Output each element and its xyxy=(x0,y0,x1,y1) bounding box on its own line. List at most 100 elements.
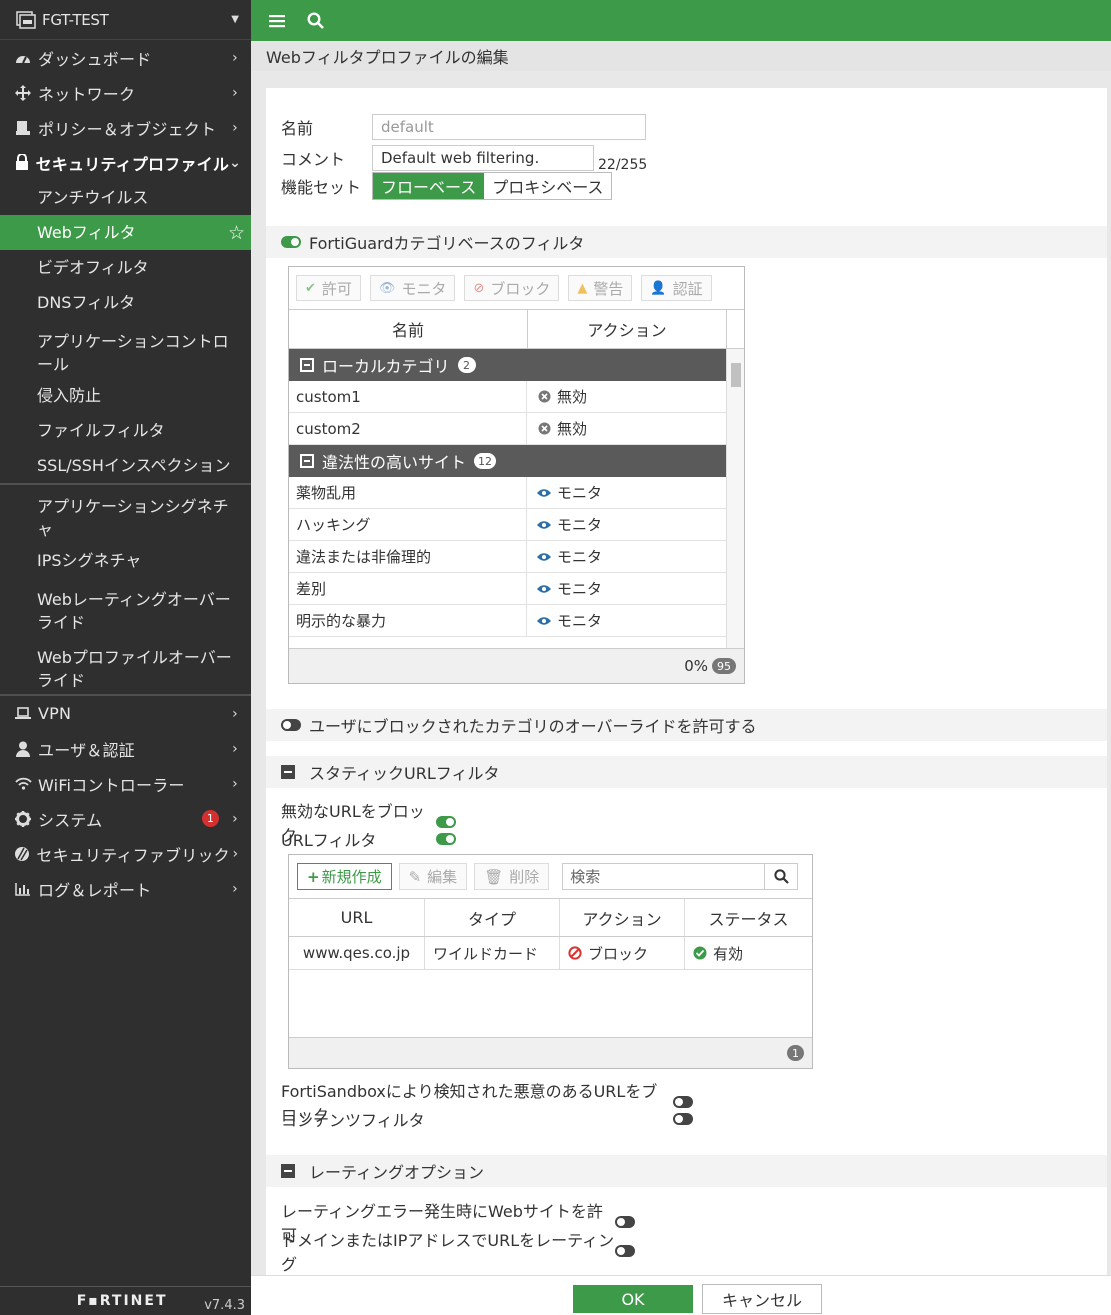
nav-label: ユーザ＆認証 xyxy=(38,740,135,760)
eye-icon xyxy=(537,486,551,500)
cancel-button[interactable]: キャンセル xyxy=(702,1284,822,1314)
fortiguard-toggle[interactable] xyxy=(281,236,301,248)
override-label: ユーザにブロックされたカテゴリのオーバーライドを許可する xyxy=(309,717,757,736)
search-icon[interactable] xyxy=(301,7,329,35)
rate-by-domain-toggle[interactable] xyxy=(615,1245,635,1257)
user-icon xyxy=(12,741,34,757)
nav-security-fabric[interactable]: セキュリティファブリック › xyxy=(0,836,251,871)
scrollbar-thumb[interactable] xyxy=(731,363,741,387)
column-header-name[interactable]: 名前 xyxy=(289,310,528,348)
static-url-section-label: スタティックURLフィルタ xyxy=(309,764,500,783)
group-header-illegal[interactable]: 違法性の高いサイト 12 xyxy=(289,445,726,477)
feature-set-label: 機能セット xyxy=(281,178,362,197)
column-header-action[interactable]: アクション xyxy=(560,899,685,936)
nav-filefilter[interactable]: ファイルフィルタ xyxy=(0,413,251,448)
table-row[interactable]: custom2 無効 xyxy=(289,413,726,445)
table-row[interactable]: 薬物乱用 モニタ xyxy=(289,477,726,509)
category-toolbar: ✔ 許可 👁 モニタ ⊘ ブロック ▲ 警告 👤 認証 xyxy=(289,267,744,310)
content-filter-toggle[interactable] xyxy=(673,1113,693,1125)
column-header-action[interactable]: アクション xyxy=(528,310,727,348)
warning-button[interactable]: ▲ 警告 xyxy=(568,275,633,301)
authenticate-button[interactable]: 👤 認証 xyxy=(641,275,712,301)
content-filter-label: コンテンツフィルタ xyxy=(281,1111,425,1130)
group-header-local[interactable]: ローカルカテゴリ 2 xyxy=(289,349,726,381)
search-input[interactable]: 検索 xyxy=(563,866,764,887)
nav-app-signatures[interactable]: アプリケーションシグネチャ xyxy=(0,485,251,543)
version-label: v7.4.3 xyxy=(204,1297,245,1313)
table-row[interactable]: 明示的な暴力 モニタ xyxy=(289,605,726,637)
hamburger-menu-icon[interactable] xyxy=(263,7,291,35)
nav-label: Webフィルタ xyxy=(37,223,136,242)
table-row[interactable]: www.qes.co.jp ワイルドカード ブロック 有効 xyxy=(289,937,812,970)
bar-chart-icon xyxy=(12,882,34,896)
star-icon[interactable]: ☆ xyxy=(228,222,245,245)
rating-options-section: レーティングオプション xyxy=(266,1155,1107,1187)
column-header-status[interactable]: ステータス xyxy=(685,899,812,936)
policy-icon xyxy=(12,120,34,136)
comment-textarea[interactable]: Default web filtering. xyxy=(372,145,594,171)
nav-system[interactable]: システム 1 › xyxy=(0,801,251,836)
group-count-badge: 2 xyxy=(457,357,476,373)
monitor-button[interactable]: 👁 モニタ xyxy=(369,275,456,301)
row-action: モニタ xyxy=(527,573,726,604)
nav-wifi[interactable]: WiFiコントローラー › xyxy=(0,766,251,801)
footer-actions: OK キャンセル xyxy=(251,1275,1111,1315)
table-row[interactable]: 違法または非倫理的 モニタ xyxy=(289,541,726,573)
table-row[interactable]: custom1 無効 xyxy=(289,381,726,413)
override-toggle[interactable] xyxy=(281,719,301,731)
proxy-based-option[interactable]: プロキシベース xyxy=(484,173,611,199)
collapse-icon[interactable] xyxy=(300,358,314,372)
url-filter-toggle[interactable] xyxy=(436,833,456,845)
group-label: ローカルカテゴリ xyxy=(322,357,450,376)
nav-policy-objects[interactable]: ポリシー＆オブジェクト › xyxy=(0,110,251,145)
device-selector[interactable]: FGT-TEST ▼ xyxy=(0,0,251,40)
nav-appcontrol[interactable]: アプリケーションコントロール xyxy=(0,320,251,378)
nav-videofilter[interactable]: ビデオフィルタ xyxy=(0,250,251,285)
nav-ips-signatures[interactable]: IPSシグネチャ xyxy=(0,543,251,578)
nav-label: ビデオフィルタ xyxy=(37,258,149,277)
trash-icon: 🗑 xyxy=(484,867,504,886)
search-field[interactable]: 検索 xyxy=(562,863,799,890)
collapse-icon[interactable] xyxy=(281,765,295,779)
row-name: ハッキング xyxy=(289,509,527,540)
edit-button[interactable]: ✎ 編集 xyxy=(398,863,468,890)
column-header-type[interactable]: タイプ xyxy=(425,899,560,936)
nav-security-profiles[interactable]: セキュリティプロファイル ⌄ xyxy=(0,145,251,180)
action-label: ブロック xyxy=(588,944,649,963)
chevron-right-icon: › xyxy=(232,810,238,827)
create-new-button[interactable]: + 新規作成 xyxy=(297,863,392,890)
search-icon[interactable] xyxy=(764,864,797,889)
nav-log-report[interactable]: ログ＆レポート › xyxy=(0,871,251,906)
nav-label: 侵入防止 xyxy=(37,386,102,405)
flow-based-option[interactable]: フローベース xyxy=(373,173,485,199)
chevron-right-icon: › xyxy=(232,740,238,757)
nav-webfilter[interactable]: Webフィルタ ☆ xyxy=(0,215,251,250)
name-input[interactable]: default xyxy=(372,114,646,140)
collapse-icon[interactable] xyxy=(281,1164,295,1178)
status-label: 有効 xyxy=(713,944,744,963)
nav-dashboard[interactable]: ダッシュボード › xyxy=(0,40,251,75)
nav-label: アンチウイルス xyxy=(37,188,149,207)
nav-web-rating-override[interactable]: Webレーティングオーバーライド xyxy=(0,578,251,636)
block-button[interactable]: ⊘ ブロック xyxy=(464,275,560,301)
page-title: Webフィルタプロファイルの編集 xyxy=(251,41,1111,71)
nav-user-auth[interactable]: ユーザ＆認証 › xyxy=(0,731,251,766)
nav-network[interactable]: ネットワーク › xyxy=(0,75,251,110)
plus-icon: + xyxy=(307,867,320,886)
collapse-icon[interactable] xyxy=(300,454,314,468)
ok-button[interactable]: OK xyxy=(573,1285,693,1313)
vertical-scrollbar[interactable] xyxy=(726,349,744,649)
nav-ips[interactable]: 侵入防止 xyxy=(0,378,251,413)
nav-web-profile-override[interactable]: Webプロファイルオーバーライド xyxy=(0,636,251,694)
sidebar: FGT-TEST ▼ ダッシュボード › ネットワーク › ポリシー＆オブジェク… xyxy=(0,0,251,1315)
allow-button[interactable]: ✔ 許可 xyxy=(296,275,361,301)
nav-antivirus[interactable]: アンチウイルス xyxy=(0,180,251,215)
nav-label: SSL/SSHインスペクション xyxy=(37,456,231,475)
nav-vpn[interactable]: VPN › xyxy=(0,696,251,731)
nav-dnsfilter[interactable]: DNSフィルタ xyxy=(0,285,251,320)
delete-button[interactable]: 🗑 削除 xyxy=(474,863,550,890)
table-row[interactable]: 差別 モニタ xyxy=(289,573,726,605)
column-header-url[interactable]: URL xyxy=(289,899,425,936)
nav-ssl-inspection[interactable]: SSL/SSHインスペクション xyxy=(0,448,251,483)
table-row[interactable]: ハッキング モニタ xyxy=(289,509,726,541)
